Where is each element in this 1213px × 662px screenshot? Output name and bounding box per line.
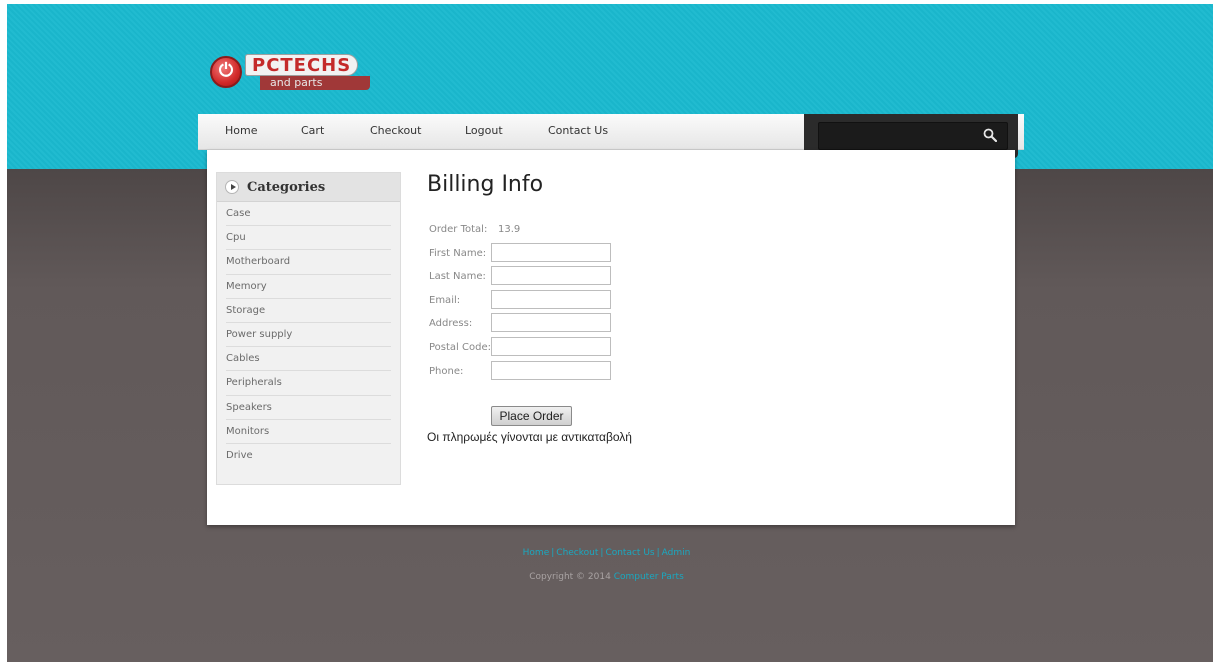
order-total-value: 13.9	[498, 224, 521, 235]
order-total-row: Order Total: 13.9	[427, 219, 543, 243]
category-item[interactable]: Cables	[226, 347, 391, 372]
phone-label: Phone:	[429, 365, 464, 377]
postal-code-label: Postal Code:	[429, 341, 491, 353]
last-name-field[interactable]	[491, 266, 611, 286]
email-field[interactable]	[491, 289, 611, 309]
footer-separator: |	[656, 548, 660, 558]
footer-link-contact-us[interactable]: Contact Us	[605, 548, 654, 558]
categories-list: Case Cpu Motherboard Memory Storage Powe…	[217, 202, 400, 468]
logo-brand: PCTECHS	[245, 54, 359, 76]
billing-form: Billing Info Order Total: 13.9 First Nam…	[427, 172, 632, 444]
search-icon[interactable]	[983, 128, 997, 142]
nav-contact-us[interactable]: Contact Us	[548, 124, 608, 137]
power-icon: ⏻	[210, 56, 242, 88]
copyright: Copyright © 2014 Computer Parts	[0, 572, 1213, 582]
place-order-button[interactable]: Place Order	[491, 406, 572, 426]
logo-tagline: and parts	[260, 76, 370, 90]
play-arrow-icon	[225, 180, 239, 194]
nav-cart[interactable]: Cart	[301, 124, 324, 137]
category-item[interactable]: Monitors	[226, 420, 391, 444]
category-item[interactable]: Cpu	[226, 226, 391, 251]
category-item[interactable]: Speakers	[226, 396, 391, 420]
nav-checkout[interactable]: Checkout	[370, 124, 421, 137]
category-item[interactable]: Motherboard	[226, 250, 391, 275]
footer-link-home[interactable]: Home	[523, 548, 550, 558]
category-item[interactable]: Storage	[226, 299, 391, 323]
last-name-row: Last Name:	[427, 266, 611, 290]
email-label: Email:	[429, 294, 461, 306]
categories-sidebar: Categories Case Cpu Motherboard Memory S…	[216, 172, 401, 485]
nav-logout[interactable]: Logout	[465, 124, 503, 137]
first-name-row: First Name:	[427, 242, 611, 267]
first-name-label: First Name:	[429, 247, 487, 259]
categories-header: Categories	[217, 173, 400, 202]
search-input[interactable]	[818, 122, 1008, 150]
email-row: Email:	[427, 289, 611, 314]
address-field[interactable]	[491, 313, 611, 333]
footer-link-checkout[interactable]: Checkout	[556, 548, 598, 558]
postal-code-row: Postal Code:	[427, 336, 611, 361]
category-item[interactable]: Drive	[226, 444, 391, 468]
category-item[interactable]: Power supply	[226, 323, 391, 348]
nav-home[interactable]: Home	[225, 124, 257, 137]
postal-code-field[interactable]	[491, 336, 611, 356]
footer-links: Home | Checkout | Contact Us | Admin	[0, 548, 1213, 558]
page-title: Billing Info	[427, 172, 544, 197]
payment-note: Οι πληρωμές γίνονται με αντικαταβολή	[427, 430, 632, 444]
content-panel: Categories Case Cpu Motherboard Memory S…	[207, 150, 1015, 525]
category-item[interactable]: Case	[226, 202, 391, 227]
address-label: Address:	[429, 318, 473, 330]
order-total-label: Order Total:	[429, 224, 488, 235]
footer-link-admin[interactable]: Admin	[662, 548, 691, 558]
copyright-link[interactable]: Computer Parts	[614, 572, 684, 582]
phone-row: Phone:	[427, 360, 611, 385]
categories-title: Categories	[247, 180, 326, 195]
address-row: Address:	[427, 313, 611, 337]
category-item[interactable]: Memory	[226, 275, 391, 299]
site-logo[interactable]: ⏻ PCTECHS and parts	[210, 54, 375, 92]
category-item[interactable]: Peripherals	[226, 371, 391, 396]
phone-field[interactable]	[491, 360, 611, 380]
last-name-label: Last Name:	[429, 271, 486, 283]
copyright-text: Copyright © 2014	[529, 572, 611, 582]
first-name-field[interactable]	[491, 242, 611, 262]
